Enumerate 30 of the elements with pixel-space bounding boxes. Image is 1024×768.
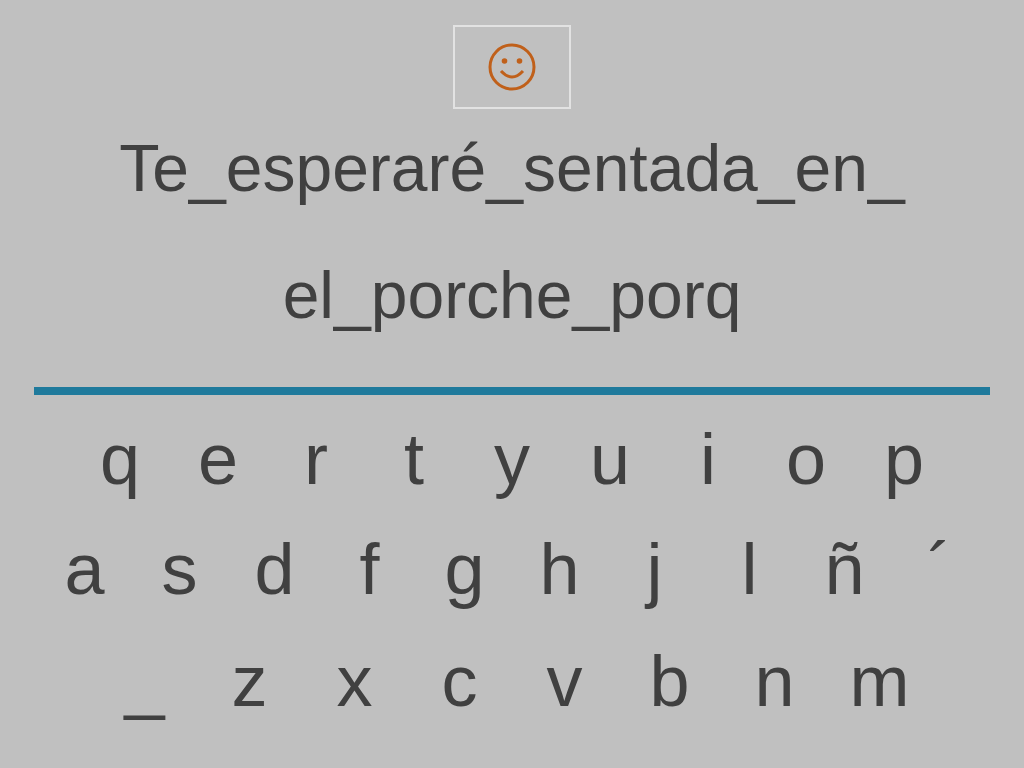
letter-key[interactable]: y [463, 417, 561, 501]
letter-key[interactable]: ñ [797, 527, 892, 611]
letter-key[interactable]: n [722, 639, 827, 723]
letter-key[interactable]: h [512, 527, 607, 611]
letter-key[interactable]: j [607, 527, 702, 611]
letter-key[interactable]: r [267, 417, 365, 501]
letter-key[interactable]: l [702, 527, 797, 611]
letter-key[interactable]: t [365, 417, 463, 501]
letter-key[interactable]: q [71, 417, 169, 501]
phrase-line: Te_esperaré_sentada_en_ [119, 130, 905, 206]
letter-key[interactable]: f [322, 527, 417, 611]
letter-key[interactable]: m [827, 639, 932, 723]
letter-key[interactable]: _ [92, 639, 197, 723]
letter-key[interactable]: b [617, 639, 722, 723]
letter-key[interactable]: ´ [892, 527, 987, 611]
letter-key[interactable]: x [302, 639, 407, 723]
letter-key[interactable]: u [561, 417, 659, 501]
letter-key[interactable]: e [169, 417, 267, 501]
letter-key[interactable]: a [37, 527, 132, 611]
phrase-line: el_porche_porq [282, 257, 742, 333]
letter-key[interactable]: s [132, 527, 227, 611]
letter-key[interactable]: z [197, 639, 302, 723]
letter-key[interactable]: c [407, 639, 512, 723]
letter-key[interactable]: d [227, 527, 322, 611]
letter-key[interactable]: i [659, 417, 757, 501]
letter-key[interactable]: g [417, 527, 512, 611]
letter-key[interactable]: v [512, 639, 617, 723]
smiley-icon [487, 42, 537, 92]
letter-key[interactable]: o [757, 417, 855, 501]
letter-key[interactable]: p [855, 417, 953, 501]
